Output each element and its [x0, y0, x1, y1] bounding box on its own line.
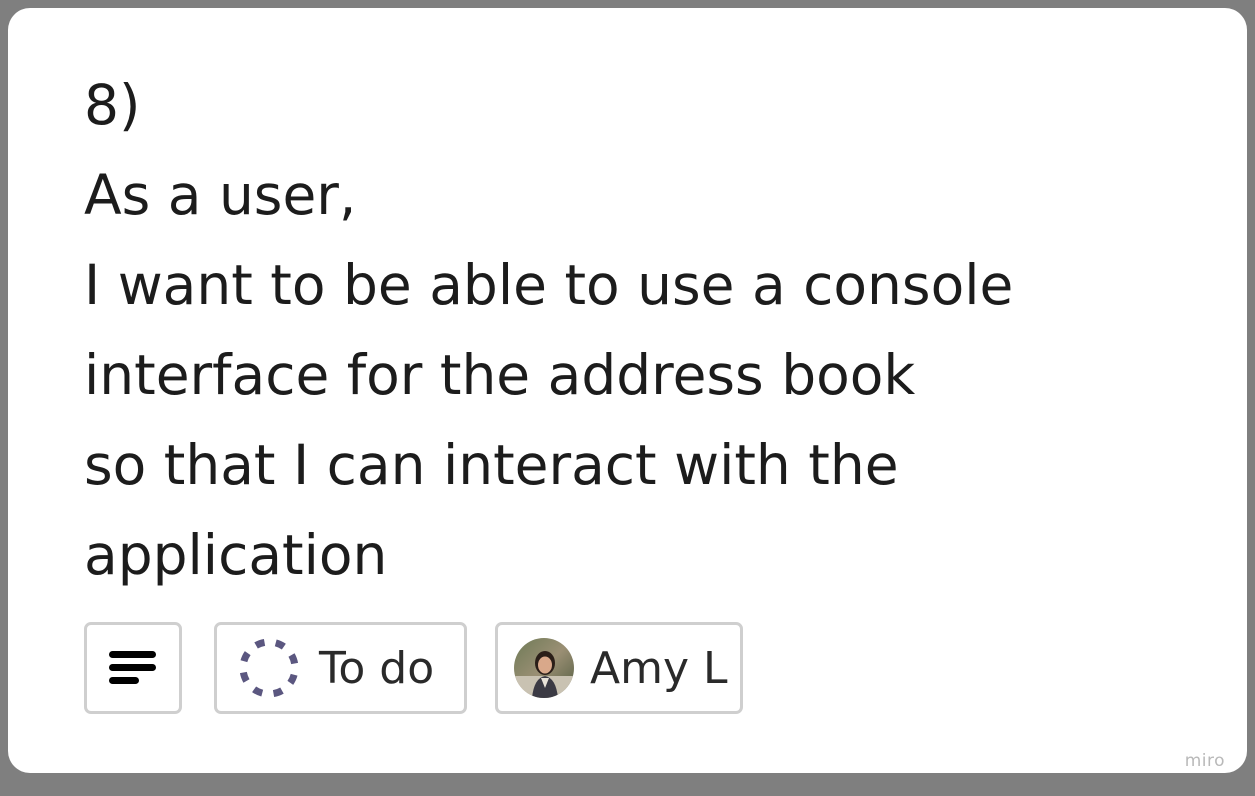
card-text: 8) As a user, I want to be able to use a…	[84, 60, 1013, 600]
card-line-want-cont: interface for the address book	[84, 343, 916, 407]
card-line-want: I want to be able to use a console	[84, 253, 1014, 317]
miro-watermark: miro	[1184, 751, 1225, 771]
description-lines-icon	[109, 651, 156, 684]
avatar-photo-icon	[514, 638, 574, 698]
status-label: To do	[319, 642, 435, 694]
assignee-button[interactable]: Amy L	[495, 622, 743, 714]
dashed-circle-status-icon	[239, 638, 299, 698]
card-line-benefit: so that I can interact with the	[84, 433, 899, 497]
description-button[interactable]	[84, 622, 182, 714]
card-line-role: As a user,	[84, 163, 357, 227]
user-story-card[interactable]: 8) As a user, I want to be able to use a…	[8, 8, 1247, 773]
assignee-name: Amy L	[590, 642, 728, 694]
card-line-number: 8)	[84, 73, 141, 137]
card-line-benefit-cont: application	[84, 523, 388, 587]
user-avatar	[514, 638, 574, 698]
status-button[interactable]: To do	[214, 622, 467, 714]
